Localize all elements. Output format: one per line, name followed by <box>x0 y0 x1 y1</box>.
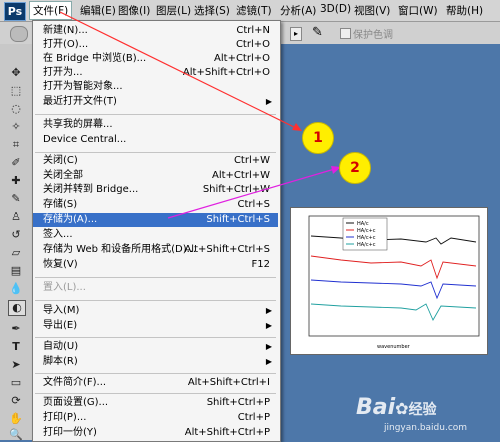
paw-icon: ✿ <box>395 399 409 418</box>
callout-badge-1: 1 <box>302 122 334 154</box>
watermark-url: jingyan.baidu.com <box>384 423 468 433</box>
annotation-overlay <box>59 11 341 219</box>
baidu-logo: Bai✿经验 <box>356 395 437 420</box>
callout-badge-2: 2 <box>339 152 371 184</box>
annotation-arrow-1 <box>59 11 301 131</box>
annotation-arrow-2 <box>167 167 339 219</box>
